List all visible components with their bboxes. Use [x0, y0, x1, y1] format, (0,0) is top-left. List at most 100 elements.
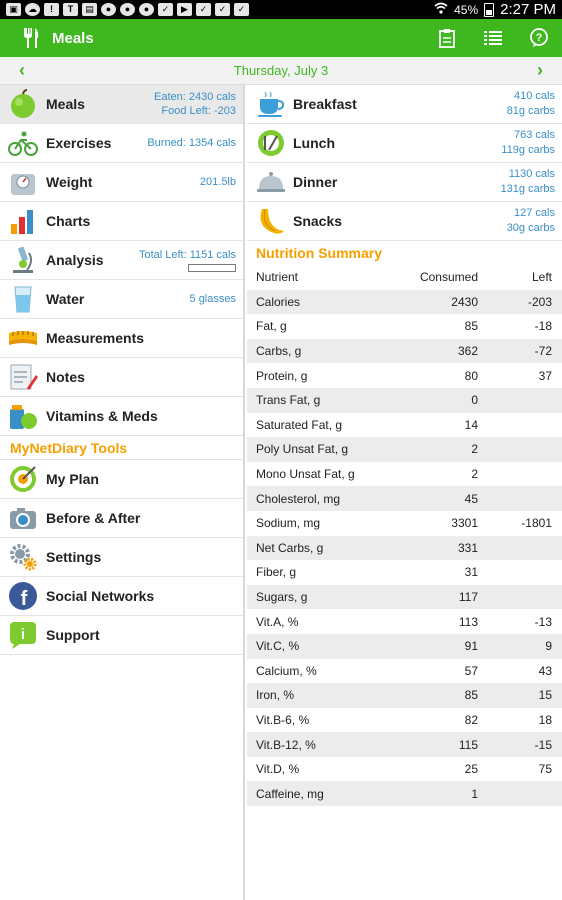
- nutrient-name: Sodium, mg: [256, 516, 321, 531]
- previous-day-button[interactable]: ‹: [12, 60, 32, 81]
- nav-item-support[interactable]: i Support: [0, 616, 243, 655]
- media-icon-2: ●: [120, 3, 135, 16]
- table-row: Vit.B-12, % 115 -15: [247, 732, 562, 757]
- nav-item-exercises[interactable]: Exercises Burned: 1354 cals: [0, 124, 243, 163]
- left-value: 15: [538, 688, 552, 703]
- column-header-nutrient: Nutrient: [256, 270, 299, 285]
- nutrient-name: Vit.D, %: [256, 762, 300, 777]
- table-row: Carbs, g 362 -72: [247, 338, 562, 364]
- clipboard-button[interactable]: [424, 19, 470, 57]
- nav-item-measurements[interactable]: Measurements: [0, 319, 243, 358]
- nutrient-name: Poly Unsat Fat, g: [256, 442, 349, 457]
- consumed-value: 2: [471, 442, 478, 457]
- nutrient-name: Fiber, g: [256, 565, 297, 580]
- nav-item-my-plan[interactable]: My Plan: [0, 460, 243, 499]
- nav-item-label: Water: [46, 291, 85, 307]
- svg-text:f: f: [21, 588, 28, 610]
- table-row: Vit.A, % 113 -13: [247, 609, 562, 634]
- left-value: 18: [538, 712, 552, 727]
- news-icon: T: [63, 3, 78, 16]
- table-row: Saturated Fat, g 14: [247, 413, 562, 438]
- action-bar-actions: ?: [424, 19, 562, 57]
- nav-item-notes[interactable]: Notes: [0, 358, 243, 397]
- nutrient-name: Fat, g: [256, 319, 287, 334]
- current-weight: 201.5lb: [199, 176, 236, 188]
- meal-carbs: 119g carbs: [501, 144, 555, 156]
- nutrient-name: Caffeine, mg: [256, 786, 324, 801]
- consumed-value: 2: [471, 467, 478, 482]
- wifi-icon: [434, 2, 448, 17]
- column-header-left: Left: [531, 270, 552, 285]
- total-left: Total Left: 1151 cals: [138, 249, 236, 261]
- nutrient-name: Calcium, %: [256, 663, 317, 678]
- cloche-icon: [255, 166, 287, 198]
- warning-icon: !: [44, 3, 59, 16]
- nutrient-name: Protein, g: [256, 368, 308, 383]
- meal-carbs: 81g carbs: [506, 105, 555, 117]
- nav-item-label: Analysis: [46, 252, 104, 268]
- nutrition-summary-title: Nutrition Summary: [256, 245, 383, 261]
- tools-section-title: MyNetDiary Tools: [0, 436, 243, 460]
- calorie-progress-bar: [188, 264, 236, 272]
- news-app-icon: ▤: [82, 3, 97, 16]
- coffee-cup-icon: [255, 88, 287, 120]
- apple-icon: [7, 88, 39, 120]
- date-navigator: ‹ Thursday, July 3 ›: [0, 57, 562, 85]
- nav-item-label: Notes: [46, 369, 85, 385]
- meal-label: Lunch: [293, 135, 335, 151]
- meal-label: Dinner: [293, 174, 338, 190]
- meal-label: Snacks: [293, 213, 343, 229]
- meal-calories: 1130 cals: [508, 168, 555, 180]
- nav-item-meals[interactable]: Meals Eaten: 2430 cals Food Left: -203: [0, 85, 243, 124]
- next-day-button[interactable]: ›: [530, 60, 550, 81]
- vitamins-icon: [7, 400, 39, 432]
- scale-icon: [7, 166, 39, 198]
- nav-item-analysis[interactable]: Analysis Total Left: 1151 cals: [0, 241, 243, 280]
- burned-calories: Burned: 1354 cals: [147, 137, 236, 149]
- nav-item-social-networks[interactable]: f Social Networks: [0, 577, 243, 616]
- table-row: Fat, g 85 -18: [247, 314, 562, 339]
- left-value: -203: [527, 294, 552, 309]
- list-view-button[interactable]: [470, 19, 516, 57]
- nav-item-label: Measurements: [46, 330, 145, 346]
- nav-item-charts[interactable]: Charts: [0, 202, 243, 241]
- food-left: Food Left: -203: [161, 105, 236, 117]
- water-glass-icon: [7, 283, 39, 315]
- consumed-value: 113: [458, 614, 478, 629]
- table-row: Sugars, g 117: [247, 584, 562, 610]
- table-row: Net Carbs, g 331: [247, 535, 562, 561]
- consumed-value: 362: [457, 344, 478, 359]
- help-button[interactable]: ?: [516, 19, 562, 57]
- left-value: -15: [534, 737, 552, 752]
- nav-item-before-after[interactable]: Before & After: [0, 499, 243, 538]
- checklist-icon-2: ✓: [196, 3, 211, 16]
- consumed-value: 14: [464, 417, 478, 432]
- current-date[interactable]: Thursday, July 3: [234, 63, 328, 78]
- list-icon: [484, 31, 502, 45]
- left-value: -13: [534, 614, 552, 629]
- banana-icon: [255, 205, 287, 237]
- left-value: 9: [545, 639, 552, 654]
- navigation-panel: Meals Eaten: 2430 cals Food Left: -203 E…: [0, 85, 245, 900]
- meal-breakfast[interactable]: Breakfast 410 cals 81g carbs: [247, 85, 562, 124]
- gear-icon: [7, 541, 39, 573]
- nav-item-weight[interactable]: Weight 201.5lb: [0, 163, 243, 202]
- nav-item-label: Weight: [46, 174, 93, 190]
- meal-snacks[interactable]: Snacks 127 cals 30g carbs: [247, 202, 562, 241]
- fork-knife-icon[interactable]: [20, 26, 42, 50]
- left-value: -72: [534, 344, 552, 359]
- nutrient-name: Carbs, g: [256, 344, 302, 359]
- tape-measure-icon: [7, 322, 39, 354]
- notepad-icon: [7, 361, 39, 393]
- meal-dinner[interactable]: Dinner 1130 cals 131g carbs: [247, 163, 562, 202]
- nutrient-name: Cholesterol, mg: [256, 491, 341, 506]
- nav-item-vitamins-meds[interactable]: Vitamins & Meds: [0, 397, 243, 436]
- table-row: Poly Unsat Fat, g 2: [247, 437, 562, 462]
- nav-item-settings[interactable]: Settings: [0, 538, 243, 577]
- battery-percent: 45%: [454, 2, 479, 17]
- nav-item-water[interactable]: Water 5 glasses: [0, 280, 243, 319]
- image-notification-icon: ▣: [6, 3, 21, 16]
- meal-lunch[interactable]: Lunch 763 cals 119g carbs: [247, 124, 562, 163]
- svg-text:i: i: [21, 626, 25, 643]
- screen-title: Meals: [52, 29, 94, 47]
